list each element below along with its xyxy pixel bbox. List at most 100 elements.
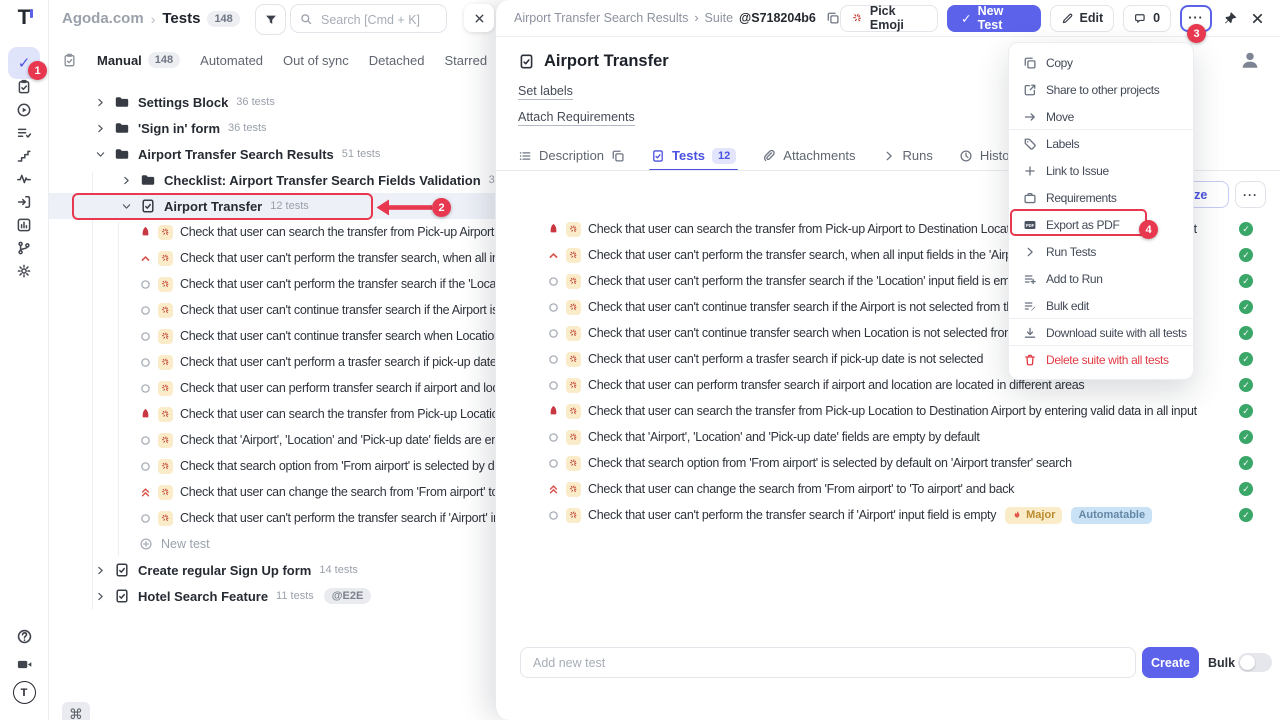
detail-header: Airport Transfer Search Results › Suite … bbox=[496, 0, 1280, 37]
assignee-avatar[interactable] bbox=[1239, 49, 1261, 71]
video-tutorials-icon[interactable] bbox=[16, 656, 33, 673]
chevron-right-icon[interactable] bbox=[94, 590, 107, 603]
test-row[interactable]: Check that 'Airport', 'Location' and 'Pi… bbox=[496, 424, 1280, 450]
account-logo-badge[interactable]: T bbox=[13, 681, 36, 704]
bulk-toggle[interactable] bbox=[1238, 653, 1272, 672]
tab-automated[interactable]: Automated bbox=[200, 53, 263, 68]
automatable-badge: Automatable bbox=[1071, 507, 1152, 524]
tab-runs[interactable]: Runs bbox=[882, 141, 933, 170]
comments-button[interactable]: 0 bbox=[1123, 5, 1171, 32]
passed-check-badge: ✓ bbox=[1239, 404, 1253, 418]
test-row[interactable]: Check that user can search the transfer … bbox=[496, 398, 1280, 424]
tree-test-row[interactable]: Check that user can't perform a trasfer … bbox=[48, 349, 495, 375]
create-button[interactable]: Create bbox=[1142, 647, 1199, 678]
tree-folder-settings-block[interactable]: Settings Block 36 tests bbox=[48, 89, 495, 115]
tree-folder-checklist[interactable]: Checklist: Airport Transfer Search Field… bbox=[48, 167, 495, 193]
description-list-icon bbox=[518, 149, 532, 163]
tree-test-row[interactable]: Check that user can't perform the transf… bbox=[48, 245, 495, 271]
tree-suite-sign-up-form[interactable]: Create regular Sign Up form 14 tests bbox=[48, 557, 495, 583]
runs-icon[interactable] bbox=[16, 102, 32, 118]
menu-item[interactable]: Add to Run bbox=[1009, 265, 1193, 292]
passed-check-badge: ✓ bbox=[1239, 508, 1253, 522]
set-labels-link[interactable]: Set labels bbox=[518, 84, 573, 100]
tab-out-of-sync[interactable]: Out of sync bbox=[283, 53, 349, 68]
help-icon[interactable] bbox=[16, 628, 33, 645]
chevron-right-icon[interactable] bbox=[94, 564, 107, 577]
tree-test-row[interactable]: Check that search option from 'From airp… bbox=[48, 453, 495, 479]
passed-check-badge: ✓ bbox=[1239, 430, 1253, 444]
test-emoji-icon bbox=[566, 326, 581, 341]
pin-icon[interactable] bbox=[1221, 8, 1240, 28]
tree-test-row[interactable]: Check that user can't continue transfer … bbox=[48, 297, 495, 323]
app-logo[interactable]: T bbox=[0, 6, 48, 30]
new-test-button[interactable]: ✓ New Test bbox=[947, 5, 1040, 32]
copy-id-icon[interactable] bbox=[826, 11, 840, 25]
tree-test-row[interactable]: Check that user can change the search fr… bbox=[48, 479, 495, 505]
menu-item[interactable]: Copy bbox=[1009, 49, 1193, 76]
priority-icon bbox=[547, 275, 560, 288]
pick-emoji-button[interactable]: Pick Emoji bbox=[840, 5, 938, 32]
menu-item[interactable]: Bulk edit bbox=[1009, 292, 1193, 319]
new-test-row[interactable]: New test bbox=[48, 531, 495, 557]
tree-suite-hotel-search[interactable]: Hotel Search Feature 11 tests @E2E bbox=[48, 583, 495, 609]
menu-item[interactable]: Share to other projects bbox=[1009, 76, 1193, 103]
activity-icon[interactable] bbox=[16, 171, 32, 187]
tree-test-row[interactable]: Check that user can't perform the transf… bbox=[48, 271, 495, 297]
tree-folder-sign-in-form[interactable]: 'Sign in' form 36 tests bbox=[48, 115, 495, 141]
tree-folder-airport-results[interactable]: Airport Transfer Search Results 51 tests bbox=[48, 141, 495, 167]
test-row[interactable]: Check that user can't perform the transf… bbox=[496, 502, 1280, 528]
tree-test-row[interactable]: Check that user can't perform the transf… bbox=[48, 505, 495, 531]
add-new-test-input[interactable] bbox=[520, 647, 1136, 678]
attach-requirements-link[interactable]: Attach Requirements bbox=[518, 110, 635, 126]
tab-description[interactable]: Description bbox=[518, 141, 625, 170]
breadcrumb: Agoda.com › Tests 148 bbox=[62, 0, 240, 37]
chevron-right-icon[interactable] bbox=[120, 174, 133, 187]
tree-test-row[interactable]: Check that user can search the transfer … bbox=[48, 401, 495, 427]
menu-item[interactable]: Move bbox=[1009, 103, 1193, 130]
import-icon[interactable] bbox=[16, 194, 32, 210]
tree-test-row[interactable]: Check that user can search the transfer … bbox=[48, 219, 495, 245]
annotation-step-3: 3 bbox=[1187, 24, 1206, 43]
test-row[interactable]: Check that search option from 'From airp… bbox=[496, 450, 1280, 476]
project-name[interactable]: Agoda.com bbox=[62, 10, 144, 27]
panel-close-button[interactable] bbox=[464, 4, 494, 32]
search-input[interactable] bbox=[319, 6, 443, 33]
breadcrumb-parent[interactable]: Airport Transfer Search Results bbox=[514, 11, 688, 25]
priority-icon bbox=[139, 434, 152, 447]
passed-check-badge: ✓ bbox=[1239, 326, 1253, 340]
edit-button[interactable]: Edit bbox=[1050, 5, 1115, 32]
tree-test-row[interactable]: Check that user can perform transfer sea… bbox=[48, 375, 495, 401]
menu-item[interactable]: Link to Issue bbox=[1009, 157, 1193, 184]
tab-detached[interactable]: Detached bbox=[369, 53, 425, 68]
analytics-icon[interactable] bbox=[16, 217, 32, 233]
chevron-down-icon[interactable] bbox=[94, 148, 107, 161]
tree-test-row[interactable]: Check that user can't continue transfer … bbox=[48, 323, 495, 349]
branches-icon[interactable] bbox=[16, 240, 32, 256]
plus-circle-icon bbox=[139, 537, 153, 551]
menu-item[interactable]: Delete suite with all tests bbox=[1009, 346, 1193, 373]
tree-test-row[interactable]: Check that 'Airport', 'Location' and 'Pi… bbox=[48, 427, 495, 453]
settings-gear-icon[interactable] bbox=[16, 263, 32, 279]
test-plans-icon[interactable] bbox=[16, 79, 32, 95]
menu-item[interactable]: Requirements bbox=[1009, 184, 1193, 211]
chevron-right-icon[interactable] bbox=[94, 96, 107, 109]
checklist-icon[interactable] bbox=[16, 125, 32, 141]
tab-attachments[interactable]: Attachments bbox=[762, 141, 855, 170]
select-all-icon[interactable] bbox=[62, 53, 77, 68]
test-row[interactable]: Check that user can change the search fr… bbox=[496, 476, 1280, 502]
tab-starred[interactable]: Starred bbox=[444, 53, 487, 68]
milestones-icon[interactable] bbox=[16, 148, 32, 164]
copy-icon[interactable] bbox=[611, 149, 625, 163]
filter-button[interactable] bbox=[255, 4, 286, 35]
tab-tests[interactable]: Tests 12 bbox=[651, 141, 736, 170]
annotation-box-airport-transfer bbox=[72, 193, 373, 220]
menu-item[interactable]: Labels bbox=[1009, 130, 1193, 157]
list-more-button[interactable]: ··· bbox=[1235, 181, 1266, 208]
close-icon[interactable] bbox=[1248, 8, 1267, 28]
test-title: Check that user can perform transfer sea… bbox=[588, 378, 1084, 392]
tab-manual[interactable]: Manual148 bbox=[97, 52, 180, 68]
menu-item[interactable]: Download suite with all tests bbox=[1009, 319, 1193, 346]
menu-item[interactable]: Run Tests bbox=[1009, 238, 1193, 265]
test-emoji-icon bbox=[566, 430, 581, 445]
chevron-right-icon[interactable] bbox=[94, 122, 107, 135]
